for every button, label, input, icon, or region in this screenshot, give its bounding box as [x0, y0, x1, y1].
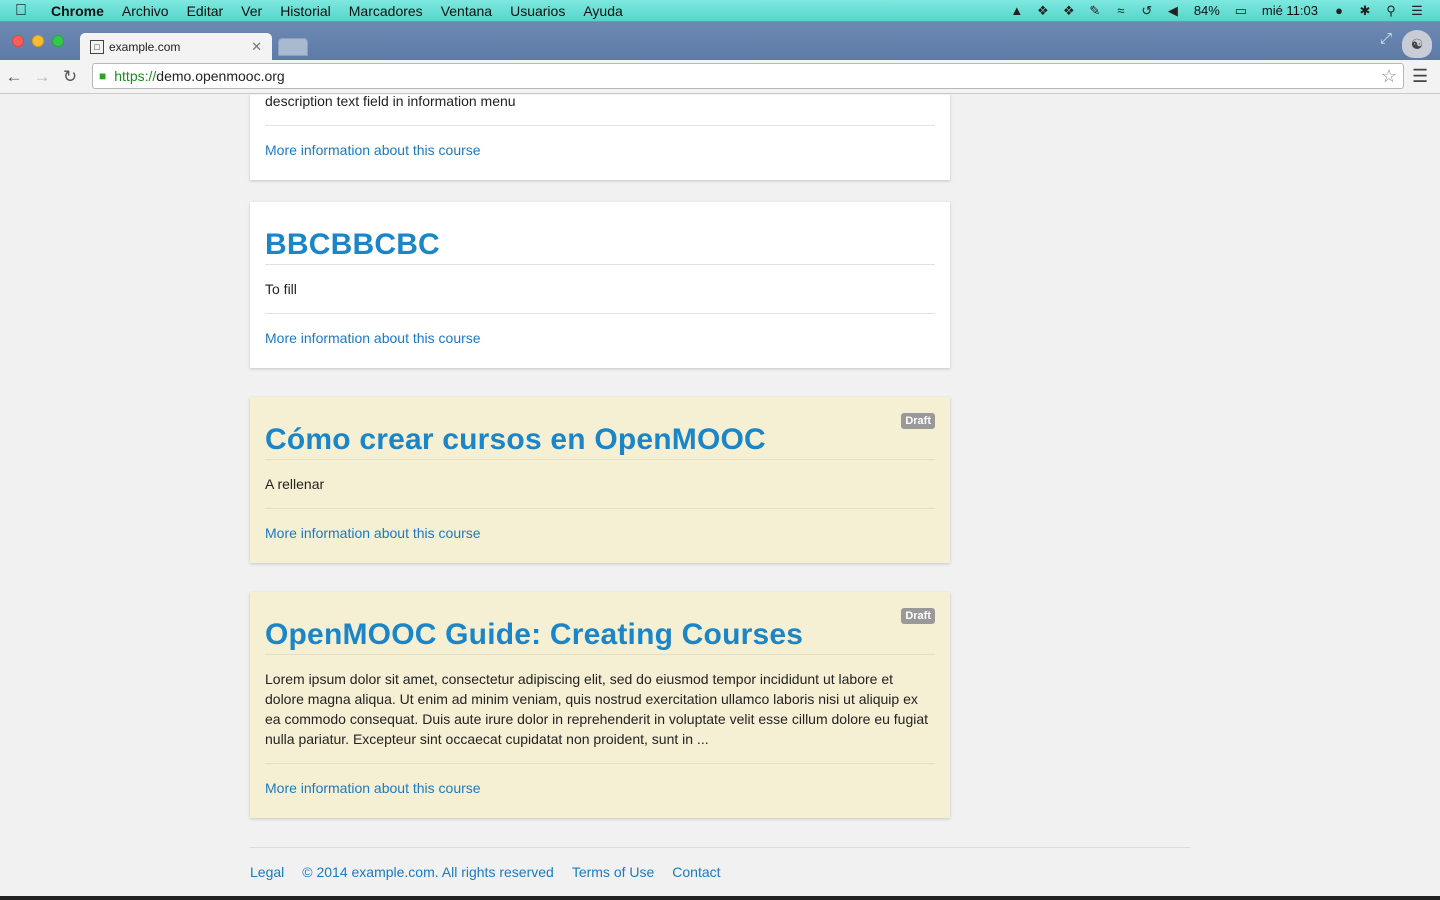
time-machine-icon[interactable]: ↺ [1134, 3, 1160, 19]
url-host: demo.openmooc.org [156, 68, 285, 84]
course-description: A rellenar [265, 460, 935, 509]
menu-historial[interactable]: Historial [271, 3, 340, 19]
more-info-link[interactable]: More information about this course [265, 509, 935, 563]
footer-legal-link[interactable]: Legal [250, 864, 284, 880]
browser-toolbar: ← → ↻ ■ https:// demo.openmooc.org ☆ ☰ [0, 60, 1440, 94]
window-bottom-edge [0, 896, 1440, 900]
course-card: description text field in information me… [250, 95, 950, 180]
footer-contact-link[interactable]: Contact [672, 864, 720, 880]
menu-marcadores[interactable]: Marcadores [340, 3, 432, 19]
macos-menu-bar:  Chrome Archivo Editar Ver Historial Ma… [0, 0, 1440, 22]
reload-icon[interactable]: ↻ [56, 67, 84, 87]
browser-tab-strip: □ example.com ✕ ⤢ ☯ [0, 22, 1440, 60]
menu-archivo[interactable]: Archivo [113, 3, 178, 19]
more-info-link[interactable]: More information about this course [265, 126, 935, 180]
course-description: Lorem ipsum dolor sit amet, consectetur … [265, 655, 935, 764]
window-maximize-button[interactable] [52, 35, 64, 47]
course-title[interactable]: Cómo crear cursos en OpenMOOC [265, 397, 935, 460]
user-icon[interactable]: ● [1326, 3, 1352, 18]
menu-app-name[interactable]: Chrome [42, 3, 113, 19]
dropbox-icon[interactable]: ❖ [1030, 3, 1056, 19]
more-info-link[interactable]: More information about this course [265, 314, 935, 368]
page-favicon-icon: □ [90, 39, 104, 54]
incognito-icon: ☯ [1402, 30, 1432, 58]
chrome-menu-icon[interactable]: ☰ [1412, 66, 1428, 87]
battery-icon[interactable]: ▭ [1228, 3, 1254, 19]
address-bar[interactable]: ■ https:// demo.openmooc.org ☆ [92, 63, 1404, 89]
more-info-link[interactable]: More information about this course [265, 764, 935, 818]
course-card: BBCBBCBC To fill More information about … [250, 202, 950, 368]
notification-center-icon[interactable]: ☰ [1404, 3, 1430, 19]
url-scheme: https:// [114, 68, 157, 84]
page-content: description text field in information me… [0, 95, 1440, 900]
menu-ventana[interactable]: Ventana [432, 3, 501, 19]
tab-close-icon[interactable]: ✕ [251, 39, 262, 55]
spotlight-search-icon[interactable]: ⚲ [1378, 3, 1404, 19]
page-footer: Legal © 2014 example.com. All rights res… [250, 847, 1190, 880]
course-card-draft: Draft OpenMOOC Guide: Creating Courses L… [250, 592, 950, 818]
evernote-icon[interactable]: ✎ [1082, 3, 1108, 19]
window-minimize-button[interactable] [32, 35, 44, 47]
window-close-button[interactable] [12, 35, 24, 47]
menu-ver[interactable]: Ver [232, 3, 271, 19]
tab-title: example.com [109, 39, 181, 54]
status-area: ▲ ❖ ❖ ✎ ≈ ↺ ◀ 84% ▭ mié 11:03 ● ✱ ⚲ ☰ [1004, 0, 1440, 22]
course-description: description text field in information me… [265, 95, 935, 126]
menu-usuarios[interactable]: Usuarios [501, 3, 574, 19]
footer-terms-link[interactable]: Terms of Use [572, 864, 654, 880]
new-tab-button[interactable] [278, 38, 308, 56]
dropbox-sync-icon[interactable]: ❖ [1056, 3, 1082, 19]
menu-ayuda[interactable]: Ayuda [574, 3, 631, 19]
forward-arrow-icon[interactable]: → [28, 67, 56, 87]
bookmark-star-icon[interactable]: ☆ [1381, 66, 1397, 87]
volume-icon[interactable]: ◀ [1160, 3, 1186, 19]
bluetooth-icon[interactable]: ✱ [1352, 3, 1378, 19]
back-arrow-icon[interactable]: ← [0, 67, 28, 87]
footer-copyright-link[interactable]: © 2014 example.com. All rights reserved [302, 864, 554, 880]
course-description: To fill [265, 265, 935, 314]
fullscreen-icon[interactable]: ⤢ [1380, 30, 1392, 47]
draft-badge: Draft [901, 413, 935, 429]
course-card-draft: Draft Cómo crear cursos en OpenMOOC A re… [250, 397, 950, 563]
battery-percent[interactable]: 84% [1186, 3, 1228, 18]
apple-menu-icon[interactable]:  [0, 2, 42, 20]
draft-badge: Draft [901, 608, 935, 624]
menu-editar[interactable]: Editar [178, 3, 233, 19]
secure-lock-icon[interactable]: ■ [99, 69, 106, 83]
course-title[interactable]: OpenMOOC Guide: Creating Courses [265, 592, 935, 655]
clock[interactable]: mié 11:03 [1254, 3, 1326, 18]
wifi-icon[interactable]: ≈ [1108, 3, 1134, 18]
course-title[interactable]: BBCBBCBC [265, 202, 935, 265]
browser-tab-active[interactable]: □ example.com ✕ [80, 33, 272, 60]
notification-bell-icon[interactable]: ▲ [1004, 3, 1030, 18]
